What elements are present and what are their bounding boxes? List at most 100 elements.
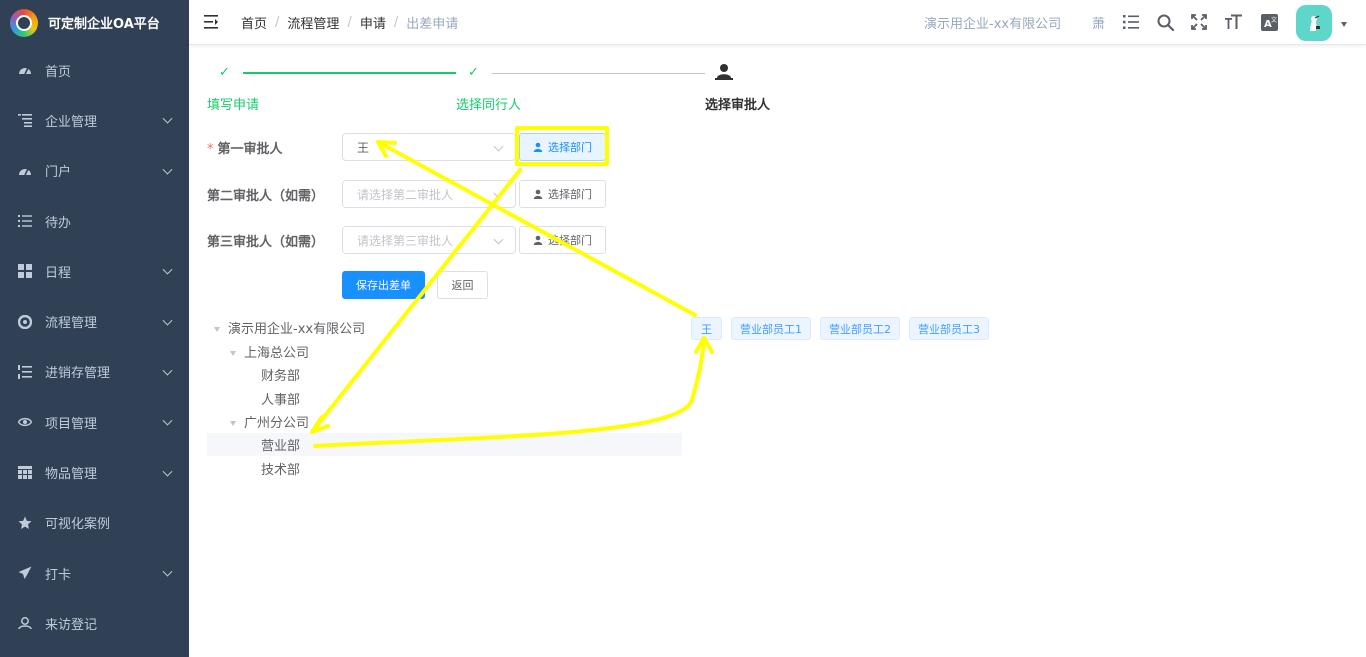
grid-icon — [18, 264, 32, 279]
app-title: 可定制企业OA平台 — [48, 17, 160, 32]
approver2-label: 第二审批人（如需） — [207, 189, 325, 204]
sidebar-item-label: 日程 — [45, 265, 72, 281]
breadcrumb-separator: / — [393, 15, 399, 30]
sidebar-item-label: 可视化案例 — [45, 517, 111, 533]
approver2-select-dept-button[interactable]: 选择部门 — [519, 180, 606, 208]
step2-title: 选择同行人 — [456, 98, 522, 113]
user-icon — [533, 142, 543, 152]
sidebar-item-label: 流程管理 — [45, 316, 98, 332]
main-content: ✓ ✓ 填写申请 选择同行人 选择审批人 * 第一审批人 王 选择部门 第二审批人… — [189, 45, 1366, 657]
breadcrumb-separator: / — [275, 15, 280, 30]
chevron-down-icon — [162, 566, 173, 577]
sidebar-item-11[interactable]: 来访登记 — [0, 598, 189, 648]
employee-tag[interactable]: 营业部员工1 — [731, 317, 811, 340]
tree-node-sales[interactable]: 营业部 — [261, 435, 300, 454]
sidebar-item-7[interactable]: 项目管理 — [0, 397, 189, 447]
tree-node-root[interactable]: 演示用企业-xx有限公司 — [214, 318, 365, 337]
app-logo[interactable]: 可定制企业OA平台 — [0, 0, 189, 45]
search-icon[interactable] — [1155, 12, 1175, 32]
dashboard-icon — [18, 63, 32, 77]
chevron-down-icon — [493, 141, 504, 152]
fullscreen-icon[interactable] — [1189, 12, 1209, 32]
visitor-icon — [18, 616, 32, 630]
dashboard-icon — [18, 164, 32, 178]
approver1-value: 王 — [357, 140, 370, 155]
step1-check-icon: ✓ — [219, 65, 230, 80]
sidebar-item-1[interactable]: 企业管理 — [0, 95, 189, 145]
approver1-select-dept-button[interactable]: 选择部门 — [519, 133, 606, 161]
approver2-select[interactable]: 请选择第二审批人 — [342, 180, 516, 208]
sidebar-item-label: 首页 — [45, 64, 72, 80]
sidebar-item-0[interactable]: 首页 — [0, 45, 189, 95]
step1-title: 填写申请 — [207, 98, 260, 113]
step3-user-icon — [715, 63, 733, 84]
employee-tag[interactable]: 营业部员工2 — [820, 317, 900, 340]
approver3-select-dept-button[interactable]: 选择部门 — [519, 226, 606, 254]
sidebar-item-label: 物品管理 — [45, 467, 98, 483]
sidebar-item-8[interactable]: 物品管理 — [0, 447, 189, 497]
tree-node-guangzhou[interactable]: 广州分公司 — [230, 412, 309, 431]
caret-down-icon[interactable] — [230, 421, 236, 426]
sidebar-item-label: 待办 — [45, 215, 72, 231]
chevron-down-icon — [162, 466, 173, 477]
translate-icon[interactable]: A文 — [1259, 12, 1279, 32]
star-icon — [18, 516, 32, 530]
tree-table-icon — [18, 113, 32, 128]
avatar-dropdown-caret-icon[interactable] — [1341, 22, 1347, 27]
caret-down-icon[interactable] — [230, 351, 236, 356]
sidebar-item-3[interactable]: 待办 — [0, 196, 189, 246]
navbar: 首页 / 流程管理 / 申请 / 出差申请 演示用企业-xx有限公司 萧 A文 — [189, 0, 1366, 45]
chevron-down-icon — [493, 188, 504, 199]
sidebar-item-6[interactable]: 进销存管理 — [0, 347, 189, 397]
breadcrumb-separator: / — [347, 15, 352, 30]
approver3-select[interactable]: 请选择第三审批人 — [342, 226, 516, 254]
chevron-down-icon — [162, 415, 173, 426]
sidebar-item-10[interactable]: 打卡 — [0, 548, 189, 598]
sidebar-item-4[interactable]: 日程 — [0, 246, 189, 296]
sidebar-item-2[interactable]: 门户 — [0, 146, 189, 196]
chevron-down-icon — [162, 114, 173, 124]
tree-node-shanghai[interactable]: 上海总公司 — [230, 342, 309, 361]
step2-line — [492, 73, 705, 74]
tree-node-hr[interactable]: 人事部 — [261, 389, 300, 408]
sidebar-item-label: 进销存管理 — [45, 366, 111, 382]
breadcrumb-home[interactable]: 首页 — [241, 13, 267, 32]
sidebar-item-9[interactable]: 可视化案例 — [0, 498, 189, 548]
sidebar-item-label: 项目管理 — [45, 416, 98, 432]
employee-tag[interactable]: 王 — [691, 317, 722, 340]
breadcrumb: 首页 / 流程管理 / 申请 / 出差申请 — [241, 13, 458, 32]
paper-plane-icon — [18, 566, 32, 580]
required-asterisk: * — [207, 142, 214, 157]
list-icon — [18, 214, 32, 228]
breadcrumb-current: 出差申请 — [406, 17, 459, 32]
approver1-select[interactable]: 王 — [342, 133, 516, 161]
eye-icon — [18, 415, 32, 429]
save-trip-button[interactable]: 保存出差单 — [342, 271, 425, 299]
sidebar: 可定制企业OA平台 首页企业管理 门户待办日程流程管理进销存管理项目管理物品管理可… — [0, 0, 189, 657]
breadcrumb-apply[interactable]: 申请 — [360, 13, 386, 32]
approver3-label: 第三审批人（如需） — [207, 235, 325, 250]
caret-down-icon[interactable] — [214, 327, 220, 332]
breadcrumb-workflow[interactable]: 流程管理 — [287, 13, 339, 32]
user-avatar[interactable] — [1296, 5, 1332, 41]
font-size-icon[interactable] — [1223, 12, 1243, 32]
step2-check-icon: ✓ — [468, 65, 479, 80]
chevron-down-icon — [162, 315, 173, 326]
svg-text:文: 文 — [1271, 16, 1277, 24]
tree-node-tech[interactable]: 技术部 — [261, 459, 300, 478]
tree-node-finance[interactable]: 财务部 — [261, 365, 300, 384]
sidebar-item-label: 来访登记 — [45, 617, 98, 633]
back-button[interactable]: 返回 — [437, 271, 488, 299]
logo-icon — [10, 8, 38, 37]
table-icon — [18, 465, 32, 480]
ordered-list-icon — [18, 364, 32, 379]
chevron-down-icon — [162, 264, 173, 275]
chevron-down-icon — [162, 365, 173, 376]
approver3-placeholder: 请选择第三审批人 — [357, 233, 454, 248]
employee-tag[interactable]: 营业部员工3 — [909, 317, 989, 340]
menu-search-list-icon[interactable] — [1121, 12, 1141, 32]
hamburger-icon[interactable] — [204, 14, 221, 30]
sidebar-item-5[interactable]: 流程管理 — [0, 296, 189, 346]
component-icon — [18, 314, 32, 329]
step1-line — [243, 72, 456, 74]
